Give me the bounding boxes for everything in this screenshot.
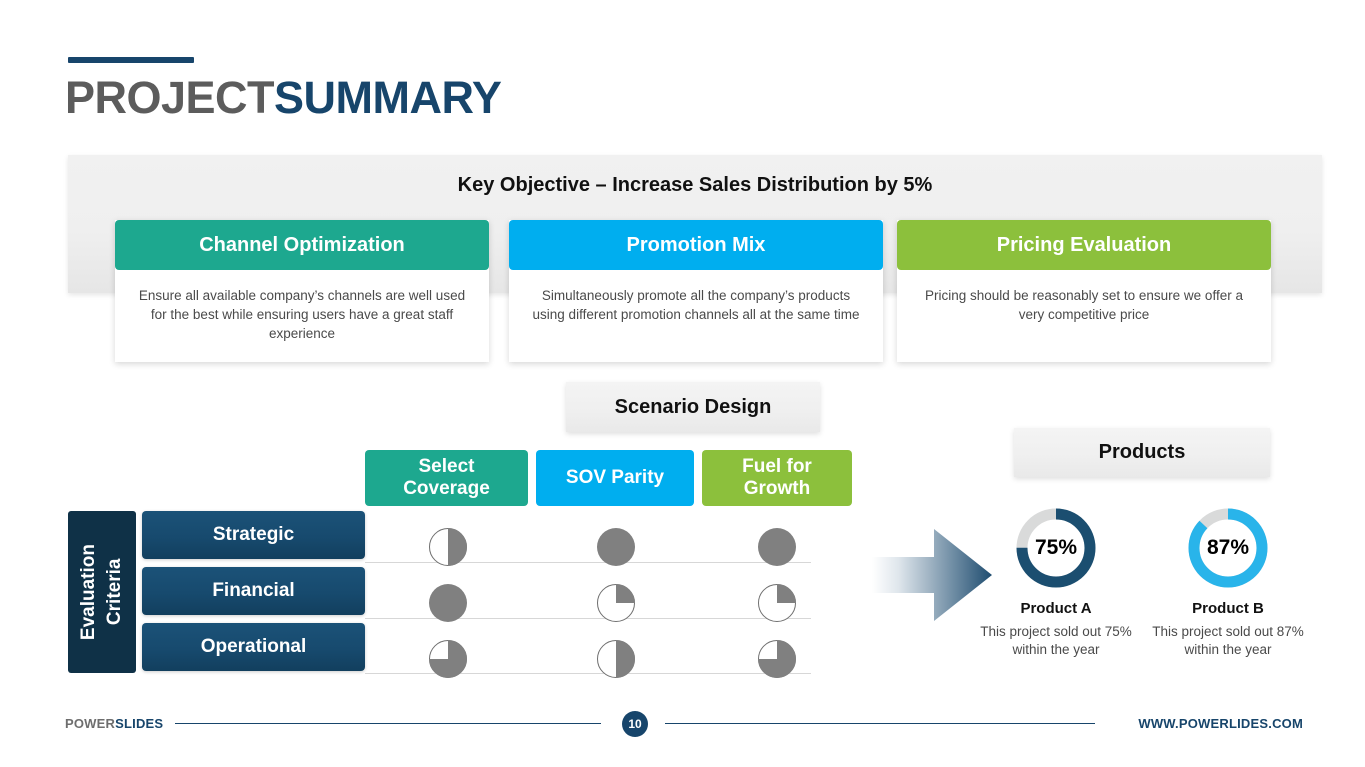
harvey-ball-operational-col3: [757, 639, 797, 679]
title-accent-rule: [68, 57, 194, 63]
products-chip: Products: [1014, 428, 1270, 477]
page-number-badge: 10: [622, 711, 648, 737]
harvey-ball-strategic-col2: [596, 527, 636, 567]
scenario-column-header-sov-parity[interactable]: SOV Parity: [536, 450, 694, 506]
footer-divider-right: [665, 723, 1095, 724]
harvey-ball-financial-col3: [757, 583, 797, 623]
criteria-row-strategic[interactable]: Strategic: [142, 511, 365, 559]
product-card-b: 87% Product B This project sold out 87% …: [1138, 505, 1318, 659]
card-header: Pricing Evaluation: [897, 220, 1271, 270]
footer-brand-part2: SLIDES: [115, 716, 164, 731]
objective-card-promotion-mix[interactable]: Promotion Mix Simultaneously promote all…: [509, 220, 883, 362]
harvey-ball-financial-col1: [428, 583, 468, 623]
objective-heading: Key Objective – Increase Sales Distribut…: [457, 174, 933, 196]
card-body: Simultaneously promote all the company’s…: [532, 288, 860, 322]
footer-brand-part1: POWER: [65, 716, 116, 731]
card-body: Ensure all available company’s channels …: [138, 288, 466, 341]
footer-url: WWW.POWERLIDES.COM: [1138, 716, 1303, 731]
product-b-description: This project sold out 87% within the yea…: [1152, 624, 1304, 657]
harvey-ball-strategic-col3: [757, 527, 797, 567]
objective-card-pricing-evaluation[interactable]: Pricing Evaluation Pricing should be rea…: [897, 220, 1271, 362]
donut-chart-product-b: 87%: [1185, 505, 1271, 591]
page-title-part2: SUMMARY: [274, 72, 502, 123]
footer-divider-left: [175, 723, 601, 724]
footer-brand: POWERSLIDES: [65, 716, 163, 731]
objective-card-channel-optimization[interactable]: Channel Optimization Ensure all availabl…: [115, 220, 489, 362]
evaluation-criteria-axis-label: Evaluation Criteria: [68, 511, 136, 673]
card-header: Channel Optimization: [115, 220, 489, 270]
harvey-ball-strategic-col1: [428, 527, 468, 567]
card-header: Promotion Mix: [509, 220, 883, 270]
page-title: PROJECTSUMMARY: [65, 72, 502, 124]
card-body: Pricing should be reasonably set to ensu…: [925, 288, 1243, 322]
criteria-row-operational[interactable]: Operational: [142, 623, 365, 671]
evaluation-criteria-axis-text: Evaluation Criteria: [78, 543, 125, 641]
scenario-column-header-select-coverage[interactable]: Select Coverage: [365, 450, 528, 506]
product-card-a: 75% Product A This project sold out 75% …: [966, 505, 1146, 659]
harvey-ball-operational-col1: [428, 639, 468, 679]
criteria-row-financial[interactable]: Financial: [142, 567, 365, 615]
donut-value-product-b: 87%: [1206, 536, 1250, 559]
scenario-design-chip: Scenario Design: [566, 382, 820, 432]
product-b-name: Product B: [1192, 600, 1264, 617]
product-a-description: This project sold out 75% within the yea…: [980, 624, 1132, 657]
product-a-name: Product A: [1020, 600, 1092, 617]
slide: PROJECTSUMMARY Key Objective – Increase …: [0, 0, 1365, 767]
donut-chart-product-a: 75%: [1013, 505, 1099, 591]
harvey-ball-operational-col2: [596, 639, 636, 679]
harvey-ball-financial-col2: [596, 583, 636, 623]
page-title-part1: PROJECT: [65, 72, 275, 123]
donut-value-product-a: 75%: [1034, 536, 1078, 559]
scenario-column-header-fuel-for-growth[interactable]: Fuel for Growth: [702, 450, 852, 506]
